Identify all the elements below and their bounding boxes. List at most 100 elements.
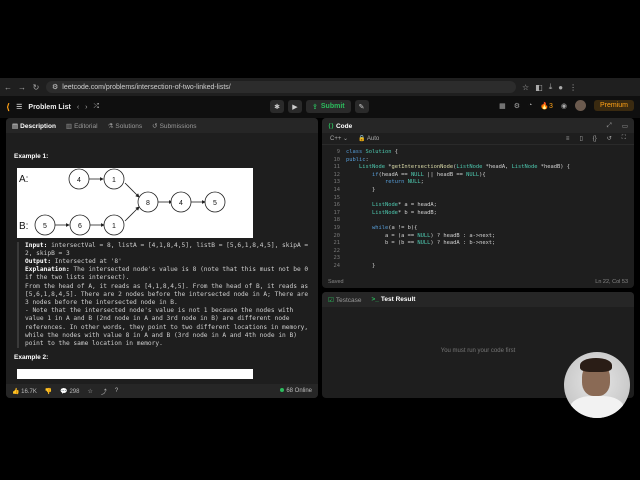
star-icon[interactable]: ☆ [87, 388, 92, 395]
example-1-figure: A: B: 4 1 5 6 1 8 4 5 [17, 167, 253, 238]
shuffle-icon[interactable]: ⤮ [94, 103, 100, 111]
code-line[interactable]: 13 return NULL; [322, 179, 634, 187]
code-text: } [346, 263, 376, 269]
code-line[interactable]: 23 [322, 255, 634, 263]
line-number: 10 [333, 156, 341, 163]
code-icon: ⟨⟩ [328, 122, 334, 130]
format-icon[interactable]: ≡ [566, 136, 570, 142]
code-line[interactable]: 18 [322, 217, 634, 225]
notes-icon[interactable]: ✎ [354, 100, 369, 113]
streak-count: 3 [548, 102, 553, 110]
code-tabs: ⟨⟩ Code ⤢ ▭ [322, 118, 634, 133]
list-a-label: A: [19, 174, 28, 185]
code-line[interactable]: 17 ListNode* b = headB; [322, 210, 634, 218]
expand-icon[interactable]: ⤢ [607, 122, 612, 130]
submit-button[interactable]: ⇪ Submit [306, 100, 351, 113]
code-line[interactable]: 15 [322, 195, 634, 203]
language-select[interactable]: C++ ⌄ [330, 135, 348, 142]
collapse-icon[interactable]: ▭ [622, 122, 628, 130]
code-line[interactable]: 21 b = (b == NULL) ? headA : b->next; [322, 240, 634, 248]
line-number: 15 [333, 194, 341, 201]
profile-icon[interactable]: ● [558, 83, 563, 92]
reset-icon[interactable]: ↺ [607, 135, 612, 142]
code-text: class Solution { [346, 149, 398, 155]
braces-icon[interactable]: {} [593, 136, 597, 142]
code-line[interactable]: 16 ListNode* a = headA; [322, 202, 634, 210]
testcase-tabs: ☑ Testcase >_ Test Result [322, 292, 634, 307]
prev-problem-icon[interactable]: ‹ [77, 104, 79, 111]
back-icon[interactable]: ← [4, 83, 12, 92]
next-problem-icon[interactable]: › [85, 104, 87, 111]
autocomplete-toggle[interactable]: 🔒 Auto [358, 135, 379, 142]
layout-icon[interactable]: ▦ [499, 102, 506, 110]
dislike-icon[interactable]: 👎 [45, 388, 52, 395]
problem-list-link[interactable]: Problem List [28, 104, 70, 111]
leetcode-logo-icon[interactable]: ⟨ [6, 102, 10, 113]
timer-icon[interactable]: ◔ [528, 102, 532, 109]
description-panel: ▤ Description ▥ Editorial ⚗ Solutions ↺ Subm… [6, 118, 318, 398]
notification-icon[interactable]: ◉ [561, 102, 567, 110]
description-content: Example 1: A: B: 4 1 5 6 1 8 4 5 Input: … [6, 133, 318, 385]
line-number: 9 [336, 149, 340, 155]
comments-button[interactable]: 💬 298 [60, 388, 79, 395]
line-number: 12 [333, 171, 341, 178]
code-text: public: [346, 156, 369, 163]
forward-icon[interactable]: → [18, 83, 26, 92]
code-panel: ⟨⟩ Code ⤢ ▭ C++ ⌄ 🔒 Auto ≡ ▯ {} ↺ ⛶ 9 clas… [322, 118, 634, 288]
code-line[interactable]: 14 } [322, 187, 634, 195]
description-tabs: ▤ Description ▥ Editorial ⚗ Solutions ↺ Subm… [6, 118, 318, 133]
code-editor[interactable]: 9 class Solution { 10 public: 11 ListNode *g… [322, 145, 634, 275]
example-input: Input: intersectVal = 8, listA = [4,1,8,… [25, 241, 309, 257]
code-line[interactable]: 19 while(a != b){ [322, 225, 634, 233]
like-button[interactable]: 👍 16.7K [12, 388, 37, 395]
checkbox-icon: ☑ [328, 296, 334, 304]
code-line[interactable]: 20 a = (a == NULL) ? headB : a->next; [322, 233, 634, 241]
doc-icon: ▤ [12, 122, 19, 130]
tab-testcase[interactable]: ☑ Testcase [328, 296, 361, 304]
share-icon[interactable]: ⤴ [101, 387, 107, 396]
debug-icon[interactable]: ✱ [270, 100, 284, 113]
download-icon[interactable]: ⤓ [549, 82, 553, 92]
svg-text:4: 4 [77, 177, 81, 184]
code-line[interactable]: 10 public: [322, 157, 634, 165]
streak-icon[interactable]: 🔥3 [540, 102, 553, 110]
problem-list-icon[interactable]: ☰ [16, 103, 22, 111]
address-bar[interactable]: ⚙ leetcode.com/problems/intersection-of-… [46, 81, 516, 93]
code-line[interactable]: 12 if(headA == NULL || headB == NULL){ [322, 172, 634, 180]
site-info-icon[interactable]: ⚙ [52, 83, 58, 91]
extensions-icon[interactable]: ◧ [535, 83, 543, 92]
premium-button[interactable]: Premium [593, 100, 634, 111]
tab-code[interactable]: ⟨⟩ Code [328, 122, 352, 130]
leetcode-header: ⟨ ☰ Problem List ‹ › ⤮ ✱ ▶ ⇪ Submit ✎ ▦ … [0, 96, 640, 118]
webcam-overlay [564, 352, 630, 418]
reload-icon[interactable]: ↻ [32, 83, 40, 92]
editor-status-bar: Saved Ln 22, Col 53 [322, 276, 634, 288]
run-icon[interactable]: ▶ [288, 100, 302, 113]
help-icon[interactable]: ? [115, 388, 118, 394]
svg-text:4: 4 [179, 200, 183, 207]
flask-icon: ⚗ [107, 122, 114, 130]
code-line[interactable]: 22 [322, 248, 634, 256]
tab-editorial[interactable]: ▥ Editorial [66, 122, 98, 130]
line-number: 14 [333, 187, 341, 193]
tab-submissions[interactable]: ↺ Submissions [152, 122, 196, 130]
code-line[interactable]: 9 class Solution { [322, 149, 634, 157]
tab-test-result[interactable]: >_ Test Result [371, 296, 415, 303]
tab-description[interactable]: ▤ Description [12, 122, 56, 130]
example-output: Output: Intersected at '8' [25, 258, 122, 265]
code-text: ListNode *getIntersectionNode(ListNode *… [358, 164, 570, 171]
menu-icon[interactable]: ⋮ [569, 83, 577, 92]
svg-text:5: 5 [213, 200, 217, 207]
avatar[interactable] [574, 100, 586, 111]
code-line[interactable]: 24 } [322, 263, 634, 271]
example-explanation-2: From the head of A, it reads as [4,1,8,4… [25, 282, 309, 307]
fullscreen-icon[interactable]: ⛶ [622, 135, 626, 142]
settings-icon[interactable]: ⚙ [514, 102, 520, 110]
bookmark-icon[interactable]: ▯ [579, 135, 582, 142]
bookmark-star-icon[interactable]: ☆ [522, 83, 529, 92]
language-bar: C++ ⌄ 🔒 Auto ≡ ▯ {} ↺ ⛶ [322, 133, 634, 145]
tab-solutions[interactable]: ⚗ Solutions [108, 122, 143, 130]
code-line[interactable]: 11 ListNode *getIntersectionNode(ListNod… [322, 164, 634, 172]
stats-bar: 👍 16.7K 👎 💬 298 ☆ ⤴ ? 68 Online [6, 384, 318, 398]
line-number: 16 [333, 202, 341, 209]
